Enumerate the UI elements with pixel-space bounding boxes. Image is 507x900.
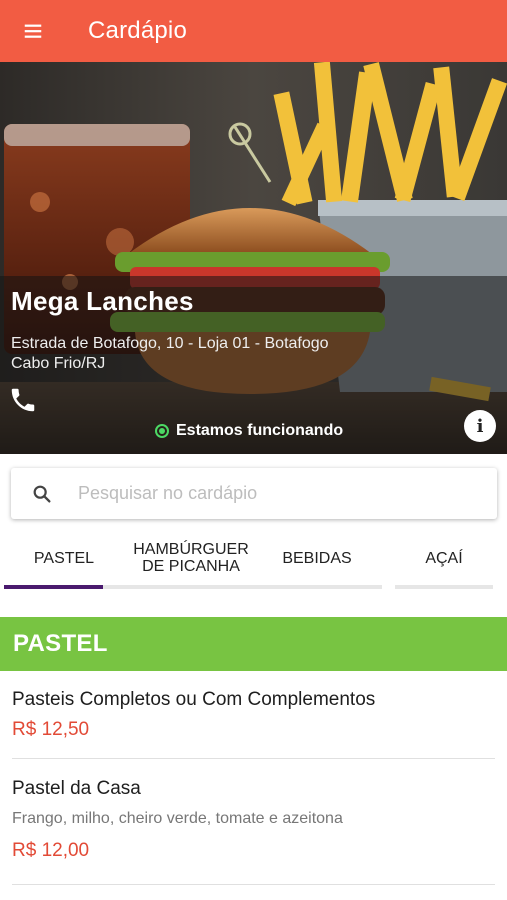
info-button[interactable]: i (464, 410, 496, 442)
search-input[interactable] (78, 483, 458, 504)
tab-pastel[interactable]: PASTEL (4, 530, 124, 586)
page-title: Cardápio (88, 17, 187, 44)
menu-button[interactable] (0, 0, 62, 62)
item-price: R$ 12,50 (12, 719, 90, 740)
divider (12, 884, 495, 885)
address-line-2: Cabo Frio/RJ (11, 355, 106, 372)
app-bar: Cardápio (0, 0, 507, 62)
store-address: Estrada de Botafogo, 10 - Loja 01 - Bota… (11, 334, 391, 374)
status-text: Estamos funcionando (176, 422, 344, 439)
item-name: Pastel da Casa (12, 778, 141, 799)
menu-icon (24, 24, 42, 38)
item-name: Pasteis Completos ou Com Complementos (12, 689, 376, 710)
menu-item[interactable]: Pastel da Casa Frango, milho, cheiro ver… (12, 778, 495, 862)
menu-item[interactable]: Pasteis Completos ou Com Complementos R$… (12, 689, 495, 741)
status-indicator-icon (155, 424, 169, 438)
store-banner: Mega Lanches Estrada de Botafogo, 10 - L… (0, 62, 507, 454)
store-status: Estamos funcionando (155, 422, 343, 440)
item-price: R$ 12,00 (12, 840, 90, 861)
category-header: PASTEL (0, 617, 507, 671)
phone-button[interactable] (8, 385, 38, 415)
tab-hamburguer-de-picanha[interactable]: HAMBÚRGUER DE PICANHA (124, 530, 258, 586)
info-icon: i (476, 415, 484, 437)
phone-icon (11, 388, 35, 412)
tab-acai[interactable]: AÇAÍ (394, 530, 494, 586)
store-name: Mega Lanches (11, 286, 194, 316)
item-description: Frango, milho, cheiro verde, tomate e az… (12, 810, 343, 827)
search-bar (11, 468, 497, 519)
search-icon (33, 485, 51, 503)
category-title: PASTEL (13, 630, 108, 657)
address-line-1: Estrada de Botafogo, 10 - Loja 01 - Bota… (11, 335, 329, 352)
category-tabs: PASTEL HAMBÚRGUER DE PICANHA BEBIDAS AÇA… (0, 530, 507, 592)
tab-bebidas[interactable]: BEBIDAS (258, 530, 376, 586)
divider (12, 758, 495, 759)
